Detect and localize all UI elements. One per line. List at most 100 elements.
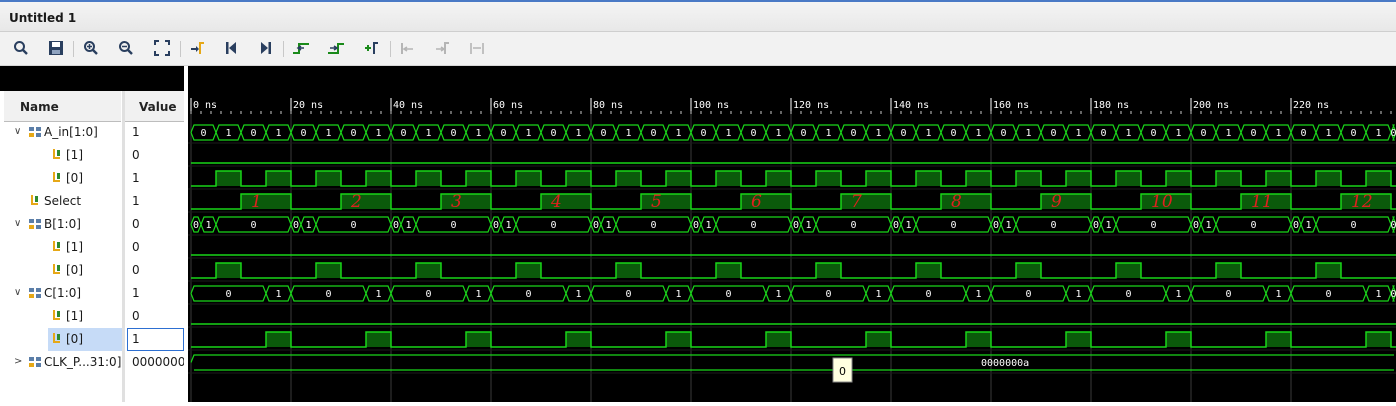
annotation-number: 8 <box>951 192 962 212</box>
bus-value: 1 <box>706 220 712 231</box>
chevron-down-icon[interactable]: ∨ <box>14 287 21 298</box>
value-column-header[interactable]: Value <box>125 91 184 122</box>
bus-value: 0 <box>893 220 899 231</box>
bus-value: 0 <box>426 289 432 300</box>
bus-value: 0 <box>293 220 299 231</box>
high-pulse <box>716 171 741 186</box>
high-pulse <box>1166 171 1191 186</box>
go-to-cursor-icon[interactable] <box>186 38 208 58</box>
bus-value: 1 <box>726 128 732 139</box>
signal-value: 1 <box>132 171 184 185</box>
waveform-canvas[interactable]: 0 ns20 ns40 ns60 ns80 ns100 ns120 ns140 … <box>188 66 1396 402</box>
bus-value: 0 <box>451 128 457 139</box>
bus-value: 1 <box>306 220 312 231</box>
signal-row[interactable]: ∨C[1:0]1 <box>0 282 184 305</box>
high-pulse <box>866 171 891 186</box>
signal-row[interactable]: ∨A_in[1:0]1 <box>0 121 184 144</box>
high-pulse <box>1316 263 1341 278</box>
bus-value: 1 <box>606 220 612 231</box>
bus-value: 0 <box>1391 220 1396 231</box>
high-pulse <box>366 171 391 186</box>
bus-value: 1 <box>926 128 932 139</box>
bus-value: 1 <box>376 289 382 300</box>
bus-value: 0 <box>801 128 807 139</box>
high-pulse <box>766 332 791 347</box>
name-column-header[interactable]: Name <box>4 91 121 122</box>
signal-row[interactable]: [1]0 <box>0 144 184 167</box>
bus-value: 0 <box>993 220 999 231</box>
previous-transition-icon[interactable] <box>290 38 312 58</box>
bus-value: 0 <box>351 128 357 139</box>
signal-row[interactable]: Select1 <box>0 190 184 213</box>
bus-value: 0 <box>626 289 632 300</box>
zoom-in-icon[interactable] <box>80 38 102 58</box>
bus-value: 1 <box>776 128 782 139</box>
next-marker-icon[interactable] <box>431 38 453 58</box>
high-pulse <box>466 171 491 186</box>
high-pulse <box>316 263 341 278</box>
bus-icon <box>28 356 42 368</box>
chevron-down-icon[interactable]: ∨ <box>14 126 21 137</box>
high-pulse <box>616 171 641 186</box>
high-pulse <box>266 332 291 347</box>
swap-cursors-icon[interactable] <box>466 38 488 58</box>
signal-row[interactable]: ∨B[1:0]0 <box>0 213 184 236</box>
zoom-fit-icon[interactable] <box>151 38 173 58</box>
annotation-number: 3 <box>451 192 462 212</box>
signal-row[interactable]: [0]1 <box>0 167 184 190</box>
high-pulse <box>1216 263 1241 278</box>
signal-value: 0 <box>132 309 184 323</box>
bus-value: 0 <box>726 289 732 300</box>
next-transition-icon[interactable] <box>325 38 347 58</box>
bus-value: 1 <box>326 128 332 139</box>
bus-value: 0 <box>526 289 532 300</box>
bus-value: 0 <box>193 220 199 231</box>
bit-signal-icon <box>52 332 62 346</box>
bus-value: 0 <box>1293 220 1299 231</box>
signal-value: 0000000a <box>132 355 184 369</box>
chevron-down-icon[interactable]: ∨ <box>14 218 21 229</box>
search-icon[interactable] <box>10 38 32 58</box>
bus-value: 0 <box>1351 128 1357 139</box>
bit-signal-icon <box>30 194 40 208</box>
high-pulse <box>416 263 441 278</box>
signal-name: [1] <box>66 240 83 254</box>
bus-value: 1 <box>1176 128 1182 139</box>
bus-value: 1 <box>576 289 582 300</box>
bus-value: 0 <box>301 128 307 139</box>
previous-marker-icon[interactable] <box>396 38 418 58</box>
high-pulse <box>1316 171 1341 186</box>
save-icon[interactable] <box>45 38 67 58</box>
signal-value: 0 <box>132 148 184 162</box>
high-pulse <box>566 332 591 347</box>
signal-row[interactable]: [1]0 <box>0 305 184 328</box>
bus-value: 1 <box>1076 289 1082 300</box>
chevron-right-icon[interactable]: > <box>14 356 22 367</box>
signal-row[interactable]: [0]0 <box>0 259 184 282</box>
bus-value: 1 <box>1326 128 1332 139</box>
bus-value: 1 <box>1276 128 1282 139</box>
tick-label: 20 ns <box>293 100 323 111</box>
tick-label: 180 ns <box>1093 100 1129 111</box>
annotation-number: 6 <box>751 192 762 212</box>
high-pulse <box>966 171 991 186</box>
waveform-viewer[interactable]: 0 ns20 ns40 ns60 ns80 ns100 ns120 ns140 … <box>188 66 1396 402</box>
add-marker-icon[interactable] <box>360 38 382 58</box>
go-to-time-0-icon[interactable] <box>220 38 242 58</box>
bus-value: 0000000a <box>981 358 1029 369</box>
bus-icon <box>28 126 42 138</box>
high-pulse <box>916 263 941 278</box>
signal-row[interactable]: [1]0 <box>0 236 184 259</box>
go-to-last-time-icon[interactable] <box>255 38 277 58</box>
bus-value: 1 <box>876 289 882 300</box>
signal-value: 1 <box>132 286 184 300</box>
annotation-number: 12 <box>1351 192 1373 212</box>
high-pulse <box>1216 171 1241 186</box>
bus-value: 1 <box>1006 220 1012 231</box>
zoom-out-icon[interactable] <box>115 38 137 58</box>
bus-value: 0 <box>226 289 232 300</box>
bus-value: 0 <box>1391 128 1396 139</box>
high-pulse <box>816 263 841 278</box>
signal-row[interactable]: [0]1 <box>0 328 184 351</box>
signal-row[interactable]: >CLK_P...31:0]0000000a <box>0 351 184 374</box>
